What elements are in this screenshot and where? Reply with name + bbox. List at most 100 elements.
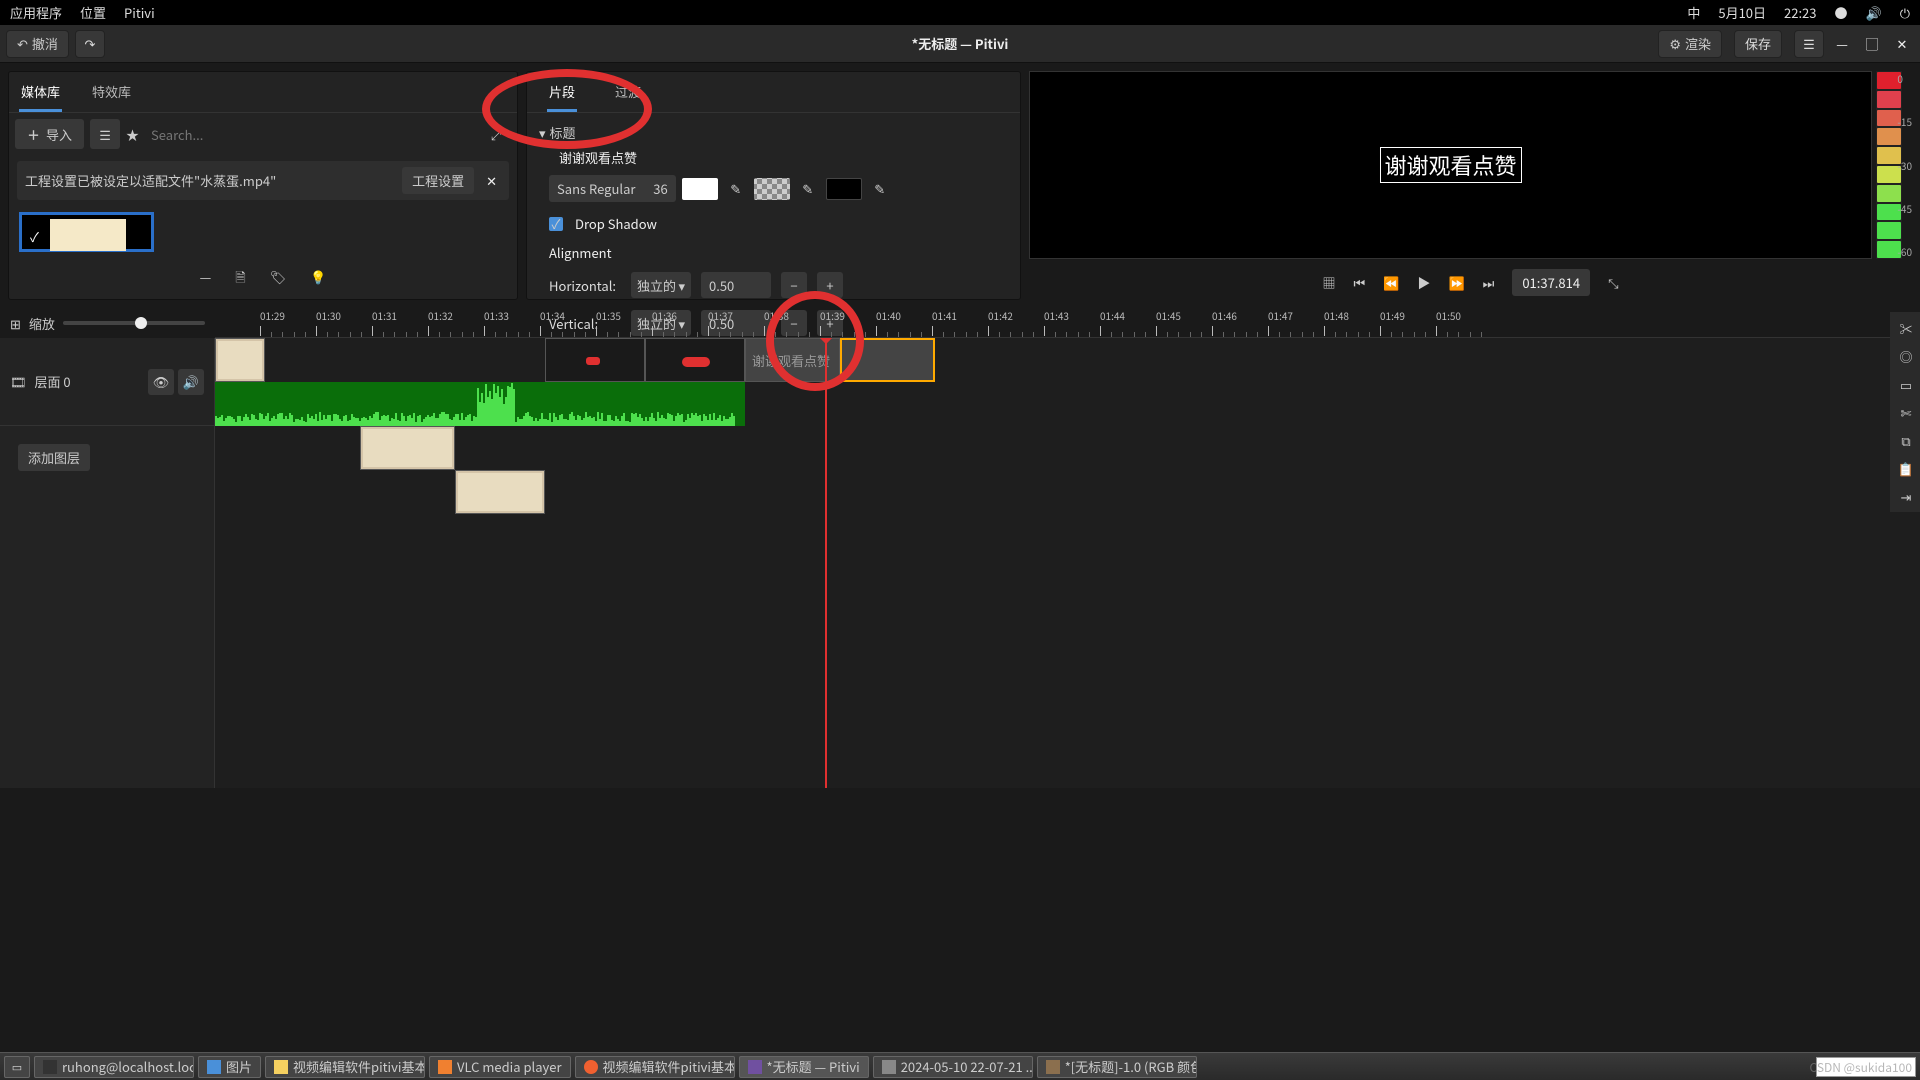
grid-view-icon[interactable]: ▦: [1323, 273, 1336, 292]
outline-color-swatch[interactable]: [826, 178, 862, 200]
taskbar-item[interactable]: *无标题 — Pitivi: [739, 1056, 869, 1078]
list-view-button[interactable]: ☰: [90, 119, 120, 149]
horizontal-mode-dropdown[interactable]: 独立的▾: [631, 272, 691, 298]
minimize-button[interactable]: —: [1830, 32, 1854, 56]
volume-icon[interactable]: 🔊: [1866, 3, 1882, 22]
notice-text: 工程设置已被设定以适配文件"水蒸蛋.mp4": [25, 171, 276, 190]
font-selector[interactable]: Sans Regular 36: [549, 175, 676, 202]
taskbar-item[interactable]: 2024-05-10 22-07-21 ...: [873, 1056, 1033, 1078]
paste-tool[interactable]: 📋: [1894, 456, 1918, 480]
ruler-tick: 01:30: [316, 308, 341, 323]
tab-transition[interactable]: 过渡: [613, 78, 643, 112]
ruler-tick: 01:50: [1436, 308, 1461, 323]
desktop-taskbar: ▭ ruhong@localhost.local... 图片 视频编辑软件pit…: [0, 1052, 1920, 1080]
project-settings-notice: 工程设置已被设定以适配文件"水蒸蛋.mp4" 工程设置 ✕: [17, 161, 509, 200]
clip-properties-button[interactable]: 🗎: [235, 267, 245, 291]
play-button[interactable]: ▶: [1417, 273, 1430, 292]
layer-name[interactable]: 层面 0: [35, 372, 71, 391]
menu-app[interactable]: Pitivi: [124, 3, 155, 22]
title-expander[interactable]: ▾ 标题: [539, 119, 1008, 146]
layer-audio-button[interactable]: 🔊: [178, 369, 204, 395]
info-button[interactable]: 💡: [310, 267, 326, 291]
title-overlay[interactable]: 谢谢观看点赞: [1379, 147, 1521, 183]
timeline-area: ⊞ 缩放 01:2901:3001:3101:3201:3301:3401:35…: [0, 308, 1920, 788]
bg-color-picker[interactable]: ✎: [796, 178, 820, 200]
add-layer-button[interactable]: 添加图层: [18, 444, 90, 471]
go-start-button[interactable]: ⏮: [1354, 273, 1366, 292]
timeline-ruler[interactable]: 01:2901:3001:3101:3201:3301:3401:3501:36…: [215, 308, 1920, 338]
expand-panel-button[interactable]: ⤢: [481, 119, 511, 149]
dismiss-notice-button[interactable]: ✕: [482, 171, 501, 190]
taskbar-item[interactable]: 视频编辑软件pitivi基本功...: [575, 1056, 735, 1078]
ruler-tick: 01:43: [1044, 308, 1069, 323]
taskbar-item[interactable]: VLC media player: [429, 1056, 571, 1078]
menu-applications[interactable]: 应用程序: [10, 3, 62, 22]
tab-media-library[interactable]: 媒体库: [19, 78, 62, 112]
zoom-icon: ⊞: [10, 314, 21, 333]
title-text-field[interactable]: 谢谢观看点赞: [539, 146, 1008, 169]
timecode-display[interactable]: 01:37.814: [1512, 269, 1590, 296]
target-tool[interactable]: ◎: [1894, 344, 1918, 368]
menu-places[interactable]: 位置: [80, 3, 106, 22]
video-clip[interactable]: [215, 338, 265, 382]
layer-icon: 🎞: [10, 372, 27, 391]
ruler-tick: 01:49: [1380, 308, 1405, 323]
clock-date: 5月10日: [1718, 3, 1766, 22]
tag-button[interactable]: 🏷: [270, 267, 287, 291]
taskbar-item[interactable]: *[无标题]-1.0 (RGB 颜色 ...: [1037, 1056, 1197, 1078]
horizontal-decrement[interactable]: −: [781, 272, 807, 298]
power-icon[interactable]: ⏻: [1900, 3, 1910, 22]
step-forward-button[interactable]: ⏩: [1448, 273, 1464, 292]
video-clip[interactable]: [645, 338, 745, 382]
tab-effects[interactable]: 特效库: [90, 78, 133, 112]
horizontal-increment[interactable]: +: [817, 272, 843, 298]
project-settings-button[interactable]: 工程设置: [402, 167, 474, 194]
taskbar-item[interactable]: 图片: [198, 1056, 261, 1078]
timeline-tracks[interactable]: 谢谢观看点赞: [215, 338, 1920, 788]
ungroup-tool[interactable]: ✄: [1894, 400, 1918, 424]
video-clip[interactable]: [545, 338, 645, 382]
undo-button[interactable]: ↶撤消: [6, 30, 69, 58]
align-tool[interactable]: ⇥: [1894, 484, 1918, 508]
layer-visible-button[interactable]: 👁: [148, 369, 174, 395]
group-tool[interactable]: ▭: [1894, 372, 1918, 396]
go-end-button[interactable]: ⏭: [1483, 273, 1495, 292]
search-input[interactable]: [145, 119, 475, 149]
ruler-tick: 01:29: [260, 308, 285, 323]
window-title: *无标题 — Pitivi: [912, 34, 1009, 53]
video-clip[interactable]: [455, 470, 545, 514]
show-desktop-button[interactable]: ▭: [4, 1056, 30, 1078]
redo-button[interactable]: ↷: [75, 30, 105, 58]
import-button[interactable]: ＋导入: [15, 119, 84, 149]
taskbar-item[interactable]: ruhong@localhost.local...: [34, 1056, 194, 1078]
media-clip-thumb[interactable]: ✓: [19, 212, 154, 252]
search-star-icon: ★: [126, 125, 139, 144]
horizontal-value[interactable]: 0.50: [701, 272, 771, 298]
maximize-button[interactable]: ▢: [1860, 32, 1884, 56]
copy-tool[interactable]: ⧉: [1894, 428, 1918, 452]
zoom-slider[interactable]: [63, 321, 205, 325]
bg-color-swatch[interactable]: [754, 178, 790, 200]
close-button[interactable]: ✕: [1890, 32, 1914, 56]
step-back-button[interactable]: ⏪: [1383, 273, 1399, 292]
playhead[interactable]: [825, 338, 827, 788]
clock-time: 22:23: [1784, 3, 1816, 22]
text-color-swatch[interactable]: [682, 178, 718, 200]
video-viewer[interactable]: 谢谢观看点赞: [1029, 71, 1872, 259]
text-color-picker[interactable]: ✎: [724, 178, 748, 200]
taskbar-item[interactable]: 视频编辑软件pitivi基本功...: [265, 1056, 425, 1078]
drop-shadow-checkbox[interactable]: ✓: [549, 217, 563, 231]
hamburger-button[interactable]: ☰: [1794, 30, 1824, 58]
detach-viewer-button[interactable]: ⤡: [1608, 273, 1618, 292]
render-button[interactable]: ⚙渲染: [1658, 30, 1722, 58]
cut-tool[interactable]: ✂: [1894, 316, 1918, 340]
title-clip-selected[interactable]: [840, 338, 935, 382]
save-button[interactable]: 保存: [1734, 30, 1782, 58]
tab-clip[interactable]: 片段: [547, 78, 577, 112]
remove-clip-button[interactable]: —: [200, 267, 212, 291]
outline-color-picker[interactable]: ✎: [868, 178, 892, 200]
video-clip[interactable]: [360, 426, 455, 470]
transport-controls: ▦ ⏮ ⏪ ▶ ⏩ ⏭ 01:37.814 ⤡: [1029, 265, 1912, 300]
ime-indicator[interactable]: 中: [1687, 3, 1700, 22]
audio-clip[interactable]: [215, 382, 745, 426]
